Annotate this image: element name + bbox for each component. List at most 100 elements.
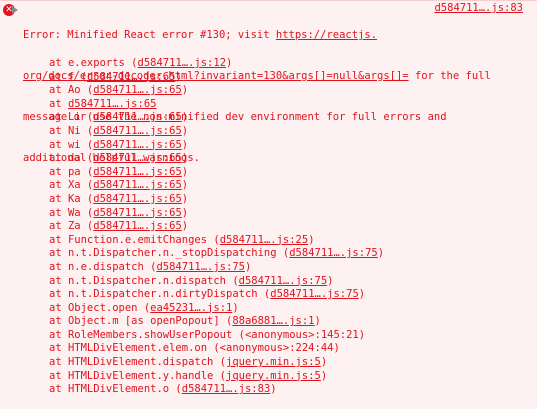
stack-frame-text: at f ( [49, 70, 87, 83]
stack-frame: at Ka (d584711….js:65) [49, 193, 384, 207]
stack-frame-text: at RoleMembers.showUserPopout (<anonymou… [49, 328, 366, 341]
stack-frame-text: at Ni ( [49, 124, 94, 137]
stack-frame-text: at HTMLDivElement.o ( [49, 383, 182, 396]
stack-frame: at RoleMembers.showUserPopout (<anonymou… [49, 329, 384, 343]
stack-frame-text: at Function.e.emitChanges ( [49, 233, 220, 246]
stack-frame: at Ni (d584711….js:65) [49, 125, 384, 139]
error-line-1: Error: Minified React error #130; visit … [23, 29, 378, 42]
stack-frame: at Function.e.emitChanges (d584711….js:2… [49, 234, 384, 248]
stack-frame-text: at HTMLDivElement.y.handle ( [49, 369, 227, 382]
stack-frame-source-link[interactable]: d584711….js:65 [93, 207, 182, 219]
stack-frame: at n.e.dispatch (d584711….js:75) [49, 261, 384, 275]
stack-frame-source-link[interactable]: d584711….js:65 [93, 111, 182, 123]
stack-trace: at e.exports (d584711….js:12) at f (d5847… [49, 57, 384, 397]
stack-frame-text: at Ao ( [49, 84, 94, 97]
stack-frame-source-link[interactable]: d584711….js:65 [93, 193, 182, 205]
stack-frame-text: at Wa ( [49, 206, 94, 219]
stack-frame-suffix: ) [327, 274, 334, 287]
stack-frame-suffix: ) [181, 138, 189, 151]
disclosure-triangle-icon[interactable] [12, 6, 18, 14]
stack-frame-suffix: ) [232, 301, 239, 314]
stack-frame-source-link[interactable]: ea45231….js:1 [150, 302, 232, 314]
stack-frame-source-link[interactable]: d584711….js:75 [270, 288, 359, 300]
stack-frame-text: at Za ( [49, 220, 94, 233]
stack-frame-source-link[interactable]: d584711….js:65 [87, 71, 176, 83]
stack-frame-suffix: ) [181, 111, 189, 124]
stack-frame: at HTMLDivElement.y.handle (jquery.min.j… [49, 370, 384, 384]
stack-frame-source-link[interactable]: d584711….js:12 [138, 57, 227, 69]
stack-frame-source-link[interactable]: d584711….js:65 [93, 152, 182, 164]
error-decoder-link[interactable]: https://reactjs. [276, 29, 377, 41]
stack-frame-suffix: ) [314, 315, 321, 328]
stack-frame: at Wa (d584711….js:65) [49, 207, 384, 221]
stack-frame-text: at n.t.Dispatcher.n.dispatch ( [49, 274, 239, 287]
stack-frame-suffix: ) [320, 369, 328, 382]
stack-frame-text: at HTMLDivElement.elem.on (<anonymous>:2… [49, 342, 340, 355]
stack-frame-suffix: ) [308, 233, 315, 246]
stack-frame-source-link[interactable]: d584711….js:75 [156, 261, 245, 273]
stack-frame-suffix: ) [181, 179, 189, 192]
stack-frame-suffix: ) [175, 70, 182, 83]
stack-frame: at n.t.Dispatcher.n.dirtyDispatch (d5847… [49, 288, 384, 302]
stack-frame: at Za (d584711….js:65) [49, 220, 384, 234]
stack-frame: at pa (d584711….js:65) [49, 166, 384, 180]
stack-frame: at f (d584711….js:65) [49, 71, 384, 85]
stack-frame-text: at n.t.Dispatcher.n.dirtyDispatch ( [49, 288, 271, 301]
stack-frame-suffix: ) [377, 247, 385, 260]
stack-frame-suffix: ) [181, 192, 189, 205]
stack-frame: at wi (d584711….js:65) [49, 139, 384, 153]
source-location-link[interactable]: d584711….js:83 [434, 2, 523, 16]
stack-frame-text: at Li ( [49, 111, 94, 124]
stack-frame: at n.t.Dispatcher.n._stopDispatching (d5… [49, 247, 384, 261]
stack-frame-source-link[interactable]: d584711….js:65 [68, 98, 157, 110]
stack-frame-source-link[interactable]: jquery.min.js:5 [226, 356, 321, 368]
stack-frame-source-link[interactable]: d584711….js:65 [93, 84, 182, 96]
stack-frame: at e.exports (d584711….js:12) [49, 57, 384, 71]
stack-frame-text: at pa ( [49, 165, 94, 178]
stack-frame-suffix: ) [270, 383, 277, 396]
stack-frame-source-link[interactable]: d584711….js:65 [93, 139, 182, 151]
stack-frame-text: at wi ( [49, 138, 94, 151]
stack-frame: at HTMLDivElement.o (d584711….js:83) [49, 383, 384, 397]
stack-frame-source-link[interactable]: jquery.min.js:5 [226, 370, 321, 382]
stack-frame-text: at n.t.Dispatcher.n._stopDispatching ( [49, 247, 290, 260]
stack-frame-suffix: ) [244, 260, 252, 273]
stack-frame-source-link[interactable]: d584711….js:25 [220, 234, 309, 246]
stack-frame: at Object.m [as openPopout] (88a6881….js… [49, 315, 384, 329]
stack-frame-text: at da ( [49, 152, 94, 165]
stack-frame-suffix: ) [181, 124, 189, 137]
stack-frame-text: at HTMLDivElement.dispatch ( [49, 356, 227, 369]
stack-frame: at HTMLDivElement.dispatch (jquery.min.j… [49, 356, 384, 370]
stack-frame-source-link[interactable]: d584711….js:83 [182, 383, 271, 395]
stack-frame: at Xa (d584711….js:65) [49, 179, 384, 193]
stack-frame: at d584711….js:65 [49, 98, 384, 112]
stack-frame-suffix: ) [181, 152, 189, 165]
stack-frame-source-link[interactable]: d584711….js:75 [289, 247, 378, 259]
stack-frame-source-link[interactable]: d584711….js:65 [93, 166, 182, 178]
stack-frame-source-link[interactable]: 88a6881….js:1 [232, 315, 314, 327]
stack-frame-text: at Ka ( [49, 192, 94, 205]
stack-frame-text: at Object.open ( [49, 301, 151, 314]
stack-frame: at HTMLDivElement.elem.on (<anonymous>:2… [49, 342, 384, 356]
stack-frame-source-link[interactable]: d584711….js:65 [93, 125, 182, 137]
stack-frame-suffix: ) [181, 165, 189, 178]
stack-frame-text: at [49, 97, 68, 110]
stack-frame: at da (d584711….js:65) [49, 152, 384, 166]
stack-frame: at Object.open (ea45231….js:1) [49, 302, 384, 316]
stack-frame-suffix: ) [181, 206, 189, 219]
stack-frame-suffix: ) [320, 356, 328, 369]
stack-frame-suffix: ) [226, 57, 233, 69]
stack-frame: at n.t.Dispatcher.n.dispatch (d584711….j… [49, 275, 384, 289]
stack-frame-source-link[interactable]: d584711….js:75 [239, 275, 328, 287]
stack-frame: at Li (d584711….js:65) [49, 111, 384, 125]
stack-frame-suffix: ) [358, 288, 366, 301]
stack-frame-source-link[interactable]: d584711….js:65 [93, 220, 182, 232]
stack-frame-text: at Xa ( [49, 179, 94, 192]
console-error-message: ✕ Error: Minified React error #130; visi… [0, 0, 537, 409]
stack-frame-suffix: ) [181, 220, 189, 233]
stack-frame-text: at e.exports ( [49, 57, 138, 69]
stack-frame-text: at Object.m [as openPopout] ( [49, 315, 233, 328]
stack-frame-suffix: ) [181, 84, 189, 97]
stack-frame: at Ao (d584711….js:65) [49, 84, 384, 98]
stack-frame-source-link[interactable]: d584711….js:65 [93, 179, 182, 191]
